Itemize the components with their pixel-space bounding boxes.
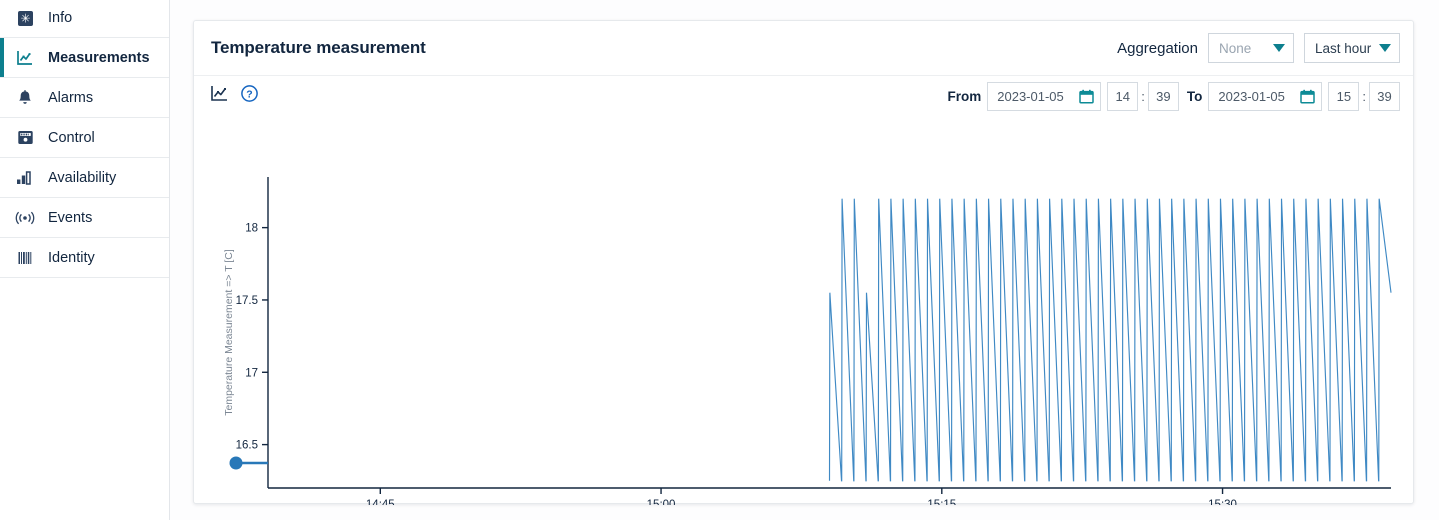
temperature-chart[interactable]: 16.5 17 17.5 18 14:45 15:00 15:15 15:30 Temperat…	[194, 118, 1415, 505]
to-minute-value: 39	[1377, 89, 1392, 104]
calendar-icon[interactable]	[1300, 89, 1316, 104]
from-date-value: 2023-01-05	[997, 89, 1064, 104]
sidebar-item-label: Availability	[48, 169, 117, 186]
from-time-separator: :	[1141, 89, 1145, 104]
y-axis-tick-label: 16.5	[236, 440, 258, 452]
calendar-icon[interactable]	[1079, 89, 1094, 104]
svg-text:?: ?	[246, 89, 252, 101]
y-axis-tick-label: 17.5	[236, 295, 258, 307]
to-time-separator: :	[1362, 89, 1366, 104]
barcode-icon	[14, 248, 36, 268]
aggregation-controls: Aggregation None Last hour	[1117, 33, 1400, 63]
sidebar-item-measurements[interactable]: Measurements	[0, 38, 169, 78]
x-axis-tick-label: 15:15	[927, 499, 956, 505]
to-date-input[interactable]: 2023-01-05	[1208, 82, 1323, 111]
help-circle-icon[interactable]: ?	[240, 84, 259, 103]
x-axis-tick-label: 15:00	[647, 499, 676, 505]
sidebar-item-label: Info	[48, 10, 73, 26]
sidebar-item-label: Events	[48, 209, 93, 226]
line-chart-icon	[14, 48, 36, 68]
line-chart-icon[interactable]	[210, 84, 229, 103]
y-axis-tick-label: 18	[245, 223, 258, 235]
time-range-controls: From 2023-01-05 14 : 39 To 2023-01-05 15…	[947, 82, 1400, 111]
y-axis-tick-label: 17	[245, 367, 258, 379]
chevron-down-icon	[1273, 44, 1285, 52]
to-hour-input[interactable]: 15	[1328, 82, 1360, 111]
sidebar-item-events[interactable]: Events	[0, 198, 169, 238]
aggregation-range-value: Last hour	[1315, 40, 1372, 56]
chart-toolbar-icons: ?	[210, 84, 259, 103]
sidebar-item-label: Alarms	[48, 89, 94, 106]
control-panel-icon	[14, 128, 36, 148]
aggregation-range-select[interactable]: Last hour	[1304, 33, 1400, 63]
to-minute-input[interactable]: 39	[1369, 82, 1400, 111]
bar-chart-icon	[14, 168, 36, 188]
info-asterisk-icon: ✳	[14, 8, 36, 28]
from-date-input[interactable]: 2023-01-05	[987, 82, 1102, 111]
chevron-down-icon	[1379, 44, 1392, 52]
bell-icon	[14, 88, 36, 108]
sidebar-item-label: Identity	[48, 249, 95, 266]
from-minute-input[interactable]: 39	[1147, 82, 1179, 111]
to-hour-value: 15	[1336, 89, 1352, 104]
x-axis-tick-label: 15:30	[1208, 499, 1237, 505]
measurement-card: Temperature measurement Aggregation None…	[193, 20, 1415, 505]
svg-text:✳: ✳	[20, 11, 30, 25]
x-axis-tick-label: 14:45	[366, 499, 395, 505]
legend-marker	[229, 456, 243, 470]
y-axis-title: Temperature Measurement => T [C]	[223, 249, 235, 416]
sidebar-item-label: Control	[48, 129, 95, 146]
app-root: ✳ Info Measurements Alarms Control Avail…	[0, 0, 1439, 520]
from-label: From	[947, 89, 982, 104]
sidebar-item-label: Measurements	[48, 49, 150, 66]
from-hour-input[interactable]: 14	[1107, 82, 1139, 111]
page-title: Temperature measurement	[211, 38, 426, 57]
sidebar-item-control[interactable]: Control	[0, 118, 169, 158]
data-series-line	[828, 198, 1392, 482]
aggregation-function-value: None	[1219, 40, 1252, 56]
sidebar-item-availability[interactable]: Availability	[0, 158, 169, 198]
sidebar-item-identity[interactable]: Identity	[0, 238, 169, 278]
sidebar-item-alarms[interactable]: Alarms	[0, 78, 169, 118]
sidebar: ✳ Info Measurements Alarms Control Avail…	[0, 0, 170, 520]
sidebar-item-info[interactable]: ✳ Info	[0, 0, 169, 38]
to-label: To	[1186, 89, 1203, 104]
aggregation-function-select[interactable]: None	[1208, 33, 1294, 63]
chart-canvas[interactable]: 16.5 17 17.5 18 14:45 15:00 15:15 15:30 Temperat…	[194, 118, 1415, 505]
to-date-value: 2023-01-05	[1218, 89, 1285, 104]
aggregation-label: Aggregation	[1117, 39, 1198, 57]
card-header: Temperature measurement Aggregation None…	[194, 21, 1413, 76]
from-hour-value: 14	[1115, 89, 1130, 104]
broadcast-icon	[14, 208, 36, 228]
chart-toolbar: ? From 2023-01-05 14 : 39 To 2023-01-05	[194, 76, 1413, 118]
from-minute-value: 39	[1156, 89, 1171, 104]
